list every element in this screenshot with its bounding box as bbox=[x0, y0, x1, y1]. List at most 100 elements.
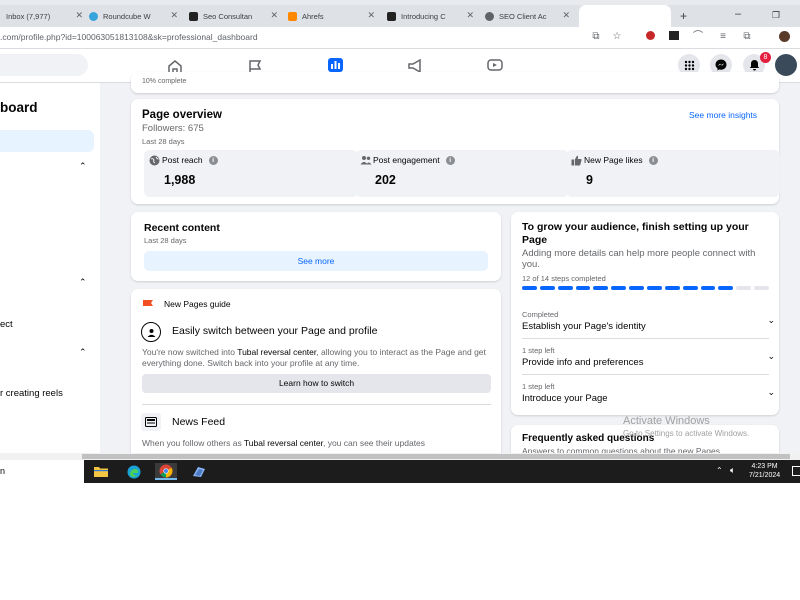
divider bbox=[522, 374, 769, 375]
stat-new-page-likes[interactable]: New Page likes i 9 bbox=[566, 150, 780, 197]
step-status: Completed bbox=[522, 310, 559, 319]
stat-label: Post engagement bbox=[373, 155, 440, 165]
profile-icon[interactable] bbox=[778, 31, 790, 43]
thumbs-up-icon bbox=[571, 155, 582, 169]
divider bbox=[522, 338, 769, 339]
close-tab-icon[interactable]: ✕ bbox=[367, 10, 375, 21]
sidebar-item-selected[interactable] bbox=[0, 130, 94, 152]
progress-text: 12 of 14 steps completed bbox=[522, 274, 606, 283]
close-tab-icon[interactable]: ✕ bbox=[562, 10, 570, 21]
switch-profile-icon bbox=[141, 322, 161, 342]
chevron-up-icon[interactable]: ⌃ bbox=[79, 347, 87, 358]
people-icon bbox=[360, 155, 372, 168]
scrollbar-thumb[interactable] bbox=[82, 454, 790, 459]
progress-segment bbox=[593, 286, 609, 290]
stat-label: Post reach bbox=[162, 155, 203, 165]
sidebar-item-label[interactable]: r creating reels bbox=[0, 388, 63, 399]
extension-icon[interactable]: ≡ bbox=[717, 31, 729, 43]
chrome-icon[interactable] bbox=[155, 463, 177, 480]
tray-chevron-icon[interactable]: ⌃ bbox=[716, 466, 723, 475]
stat-post-reach[interactable]: Post reach i 1,988 bbox=[144, 150, 358, 197]
windows-taskbar: n ⌃ 🔈︎ 4:23 PM 7/21/2024 bbox=[0, 460, 800, 483]
see-more-button[interactable]: See more bbox=[144, 251, 488, 271]
extension-icon[interactable] bbox=[644, 31, 656, 43]
restore-icon[interactable]: ❐ bbox=[772, 10, 780, 21]
info-icon[interactable]: i bbox=[445, 155, 455, 165]
new-tab-button[interactable]: + bbox=[680, 9, 687, 23]
clock-date: 7/21/2024 bbox=[749, 472, 781, 479]
progress-bar bbox=[522, 286, 770, 290]
progress-caption: 10% complete bbox=[142, 78, 187, 85]
stat-value: 202 bbox=[375, 173, 396, 187]
browser-tab[interactable]: SEO Client Ac ✕ bbox=[485, 5, 573, 27]
browser-tab[interactable]: Ahrefs ✕ bbox=[288, 5, 378, 27]
notification-badge: 8 bbox=[760, 52, 771, 63]
search-input[interactable] bbox=[0, 54, 88, 76]
progress-segment bbox=[718, 286, 734, 290]
clock-time: 4:23 PM bbox=[751, 463, 778, 470]
step-item[interactable]: 1 step left Introduce your Page ⌄ bbox=[522, 382, 787, 404]
browser-tab[interactable]: Roundcube W ✕ bbox=[89, 5, 181, 27]
app-icon[interactable] bbox=[188, 463, 210, 480]
step-label: Establish your Page's identity bbox=[522, 321, 646, 332]
progress-segment bbox=[700, 286, 716, 290]
flag-icon bbox=[142, 298, 155, 316]
activation-watermark-title: Activate Windows bbox=[623, 415, 710, 427]
site-icon bbox=[387, 11, 396, 21]
extension-icon[interactable]: ⌒ bbox=[692, 31, 704, 43]
browser-tab-active[interactable] bbox=[579, 5, 671, 27]
screenshot: Inbox (7,977) ✕ Roundcube W ✕ Seo Consulta… bbox=[0, 0, 800, 483]
minimize-icon[interactable]: – bbox=[735, 8, 741, 20]
site-icon bbox=[189, 11, 198, 21]
site-icon bbox=[485, 11, 494, 21]
browser-tab[interactable]: Inbox (7,977) ✕ bbox=[6, 5, 86, 27]
step-item[interactable]: 1 step left Provide info and preferences… bbox=[522, 346, 787, 368]
clock[interactable]: 4:23 PM 7/21/2024 bbox=[749, 462, 780, 480]
step-label: Introduce your Page bbox=[522, 393, 608, 404]
url-text[interactable]: .com/profile.php?id=100063051813108&sk=p… bbox=[0, 32, 258, 42]
taskbar-search[interactable]: n bbox=[0, 460, 84, 483]
volume-icon[interactable]: 🔈︎ bbox=[730, 465, 735, 476]
cast-icon[interactable]: ⧉ bbox=[590, 31, 602, 43]
activation-watermark-text: Go to Settings to activate Windows. bbox=[623, 429, 750, 438]
file-explorer-icon[interactable] bbox=[90, 463, 112, 480]
extensions-puzzle-icon[interactable]: ⧉ bbox=[741, 31, 753, 43]
horizontal-scrollbar[interactable] bbox=[0, 453, 800, 460]
progress-segment bbox=[664, 286, 680, 290]
info-icon[interactable]: i bbox=[208, 155, 218, 165]
close-tab-icon[interactable]: ✕ bbox=[75, 10, 83, 21]
divider bbox=[142, 404, 491, 405]
close-tab-icon[interactable]: ✕ bbox=[270, 10, 278, 21]
learn-how-to-switch-button[interactable]: Learn how to switch bbox=[142, 374, 491, 393]
guide-item-title: Easily switch between your Page and prof… bbox=[172, 325, 378, 337]
stat-label: New Page likes bbox=[584, 155, 643, 165]
step-item[interactable]: Completed Establish your Page's identity… bbox=[522, 310, 787, 332]
followers-count: Followers: 675 bbox=[142, 123, 204, 134]
chevron-up-icon[interactable]: ⌃ bbox=[79, 161, 87, 172]
browser-tab[interactable]: Introducing C ✕ bbox=[387, 5, 477, 27]
ahrefs-icon bbox=[288, 11, 297, 21]
recent-content-period: Last 28 days bbox=[144, 236, 187, 245]
close-tab-icon[interactable]: ✕ bbox=[170, 10, 178, 21]
edge-icon[interactable] bbox=[123, 463, 145, 480]
bookmark-star-icon[interactable]: ☆ bbox=[611, 31, 623, 43]
browser-tab[interactable]: Seo Consultan ✕ bbox=[189, 5, 281, 27]
chevron-up-icon[interactable]: ⌃ bbox=[79, 277, 87, 288]
guide-item-title: News Feed bbox=[172, 416, 226, 428]
roundcube-icon bbox=[89, 11, 98, 21]
grow-description: Adding more details can help more people… bbox=[522, 248, 756, 270]
guide-title: New Pages guide bbox=[164, 299, 231, 309]
see-more-insights-link[interactable]: See more insights bbox=[689, 110, 757, 120]
sidebar-item-label[interactable]: ect bbox=[0, 319, 13, 330]
stat-post-engagement[interactable]: Post engagement i 202 bbox=[355, 150, 569, 197]
info-icon[interactable]: i bbox=[648, 155, 658, 165]
browser-tab-strip: Inbox (7,977) ✕ Roundcube W ✕ Seo Consulta… bbox=[0, 5, 800, 27]
progress-segment bbox=[575, 286, 591, 290]
avatar[interactable] bbox=[775, 54, 797, 76]
overview-title: Page overview bbox=[142, 109, 222, 121]
globe-icon bbox=[149, 155, 160, 169]
extension-icon[interactable] bbox=[668, 31, 680, 43]
close-tab-icon[interactable]: ✕ bbox=[466, 10, 474, 21]
progress-segment bbox=[629, 286, 645, 290]
notifications-icon[interactable] bbox=[792, 466, 800, 476]
